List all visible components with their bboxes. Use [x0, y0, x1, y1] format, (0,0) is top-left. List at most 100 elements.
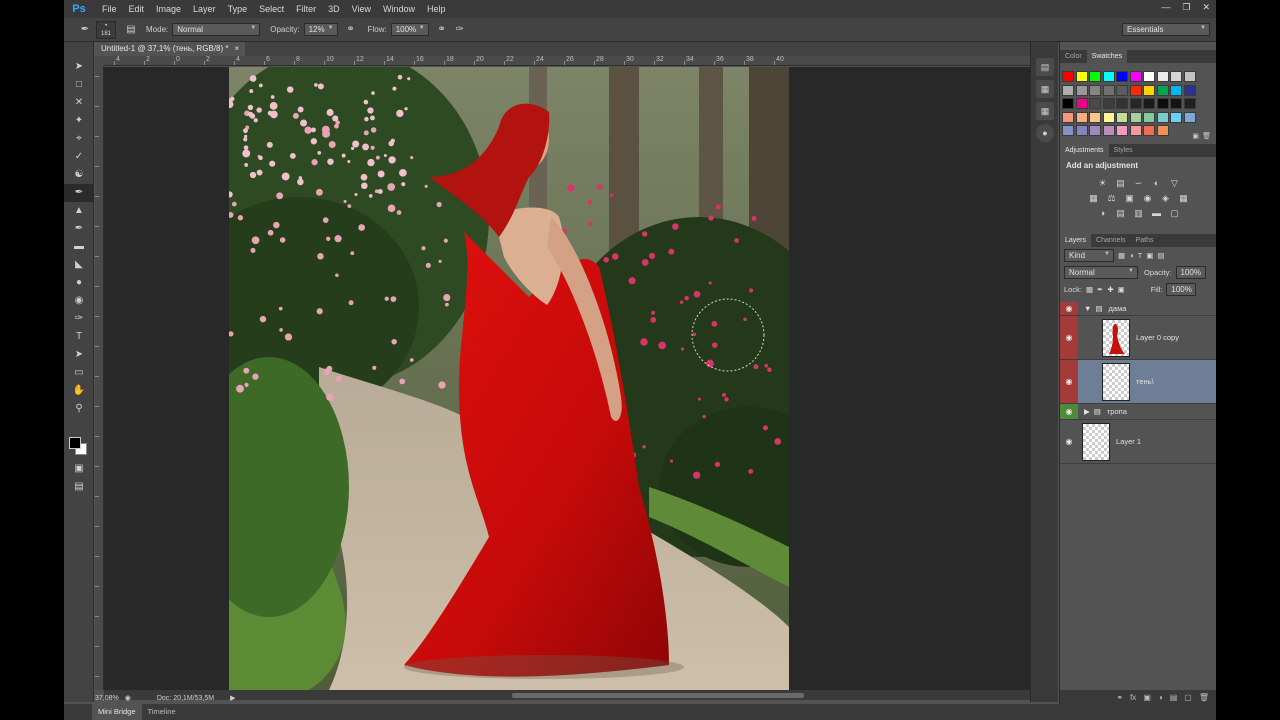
document-tab[interactable]: Untitled-1 @ 37,1% (тень, RGB/8) * × — [95, 42, 246, 56]
move-tool-icon[interactable]: ➤ — [64, 58, 94, 76]
color-swatch[interactable] — [1129, 125, 1142, 136]
mode-select[interactable]: Normal ▼ — [172, 23, 261, 36]
color-swatch[interactable] — [1129, 111, 1142, 123]
layer-name[interactable]: дама — [1109, 304, 1127, 313]
color-swatch[interactable] — [1156, 98, 1169, 109]
foreground-color-swatch[interactable] — [69, 437, 81, 449]
color-swatch[interactable] — [1062, 125, 1074, 136]
color-swatch[interactable] — [1143, 111, 1155, 123]
color-swatch[interactable] — [1062, 98, 1074, 109]
color-swatch[interactable] — [1089, 125, 1101, 136]
color-swatch[interactable] — [1102, 98, 1115, 109]
color-swatch[interactable] — [1170, 98, 1182, 109]
vibrance-icon[interactable]: ▽ — [1169, 177, 1181, 189]
tab-styles[interactable]: Styles — [1109, 144, 1138, 157]
status-menu-arrow-icon[interactable]: ▶ — [230, 694, 235, 702]
color-swatch[interactable] — [1062, 71, 1074, 82]
magic-wand-tool-icon[interactable]: ✦ — [64, 112, 94, 130]
color-swatch[interactable] — [1143, 98, 1155, 109]
color-swatch[interactable] — [1116, 111, 1128, 123]
menu-edit[interactable]: Edit — [123, 4, 151, 14]
dodge-tool-icon[interactable]: ◉ — [64, 292, 94, 310]
status-info-icon[interactable]: ◉ — [125, 694, 131, 702]
visibility-eye-icon[interactable]: ◉ — [1060, 420, 1078, 463]
eraser-tool-icon[interactable]: ▬ — [64, 238, 94, 256]
color-swatch[interactable] — [1102, 125, 1115, 136]
layer-name[interactable]: тропа — [1107, 407, 1127, 416]
new-layer-icon[interactable]: ▢ — [1184, 693, 1192, 702]
layer-row-ten[interactable]: ◉ тень\ — [1060, 360, 1216, 404]
layer-group-tropa[interactable]: ◉ ▶ ▤ тропа — [1060, 404, 1216, 420]
horizontal-scroll-thumb[interactable] — [512, 693, 804, 698]
menu-3d[interactable]: 3D — [322, 4, 346, 14]
color-swatch[interactable] — [1102, 84, 1115, 96]
brush-panel-icon[interactable]: ▤ — [124, 23, 138, 37]
color-swatch[interactable] — [1183, 98, 1196, 109]
visibility-eye-icon[interactable]: ◉ — [1060, 302, 1078, 315]
layer-style-icon[interactable]: fx — [1130, 693, 1136, 702]
screen-mode-icon[interactable]: ▤ — [64, 478, 94, 496]
rectangle-tool-icon[interactable]: ▭ — [64, 364, 94, 382]
delete-layer-icon[interactable]: 🗑 — [1199, 693, 1209, 702]
lock-all-icon[interactable]: ▣ — [1118, 285, 1125, 294]
group-collapse-icon[interactable]: ▶ — [1084, 407, 1090, 416]
visibility-eye-icon[interactable]: ◉ — [1060, 360, 1078, 403]
filter-pixel-icon[interactable]: ▦ — [1118, 251, 1125, 260]
color-swatch[interactable] — [1156, 71, 1169, 82]
visibility-eye-icon[interactable]: ◉ — [1060, 316, 1078, 359]
menu-window[interactable]: Window — [377, 4, 421, 14]
gradient-map-icon[interactable]: ▬ — [1151, 207, 1163, 219]
hue-saturation-icon[interactable]: ▦ — [1088, 192, 1100, 204]
layer-name[interactable]: Layer 1 — [1116, 437, 1141, 446]
layer-row-layer0copy[interactable]: ◉ Layer 0 copy — [1060, 316, 1216, 360]
close-icon[interactable]: ✕ — [1202, 2, 1210, 13]
ruler-origin[interactable] — [95, 56, 104, 66]
link-layers-icon[interactable]: ⚭ — [1116, 693, 1123, 702]
menu-view[interactable]: View — [346, 4, 377, 14]
info-panel-icon[interactable]: ▦ — [1036, 102, 1054, 120]
color-balance-icon[interactable]: ⚖ — [1106, 192, 1118, 204]
menu-select[interactable]: Select — [253, 4, 290, 14]
color-swatch[interactable] — [1170, 71, 1182, 82]
blur-tool-icon[interactable]: ● — [64, 274, 94, 292]
levels-icon[interactable]: ▤ — [1115, 177, 1127, 189]
minimize-icon[interactable]: — — [1161, 2, 1170, 13]
clone-stamp-tool-icon[interactable]: ▲ — [64, 202, 94, 220]
color-swatch[interactable] — [1116, 84, 1128, 96]
lock-transparency-icon[interactable]: ▦ — [1086, 285, 1093, 294]
filter-type-icon[interactable]: T — [1138, 251, 1143, 260]
color-swatch[interactable] — [1116, 71, 1128, 82]
filter-adjustment-icon[interactable]: ◑ — [1129, 251, 1134, 260]
menu-image[interactable]: Image — [150, 4, 187, 14]
color-swatch[interactable] — [1089, 71, 1101, 82]
restore-icon[interactable]: ❐ — [1182, 2, 1190, 13]
blend-mode-select[interactable]: Normal ▼ — [1064, 266, 1138, 279]
new-adjustment-icon[interactable]: ◑ — [1158, 693, 1163, 702]
opacity-field[interactable]: 12% ▼ — [303, 23, 338, 36]
tab-swatches[interactable]: Swatches — [1086, 50, 1128, 63]
vertical-ruler[interactable] — [95, 66, 104, 690]
visibility-eye-icon[interactable]: ◉ — [1060, 404, 1078, 419]
filter-shape-icon[interactable]: ▣ — [1146, 251, 1153, 260]
eyedropper-tool-icon[interactable]: ✓ — [64, 148, 94, 166]
color-swatch[interactable] — [1075, 111, 1088, 123]
healing-brush-tool-icon[interactable]: ☯ — [64, 166, 94, 184]
flow-field[interactable]: 100% ▼ — [390, 23, 429, 36]
properties-panel-icon[interactable]: ▦ — [1036, 80, 1054, 98]
pen-tool-icon[interactable]: ✑ — [64, 310, 94, 328]
exposure-icon[interactable]: ◐ — [1151, 177, 1163, 189]
tab-mini-bridge[interactable]: Mini Bridge — [92, 704, 142, 720]
zoom-tool-icon[interactable]: ⚲ — [64, 400, 94, 418]
history-panel-icon[interactable]: ▤ — [1036, 58, 1054, 76]
menu-filter[interactable]: Filter — [290, 4, 322, 14]
channel-mixer-icon[interactable]: ◈ — [1160, 192, 1172, 204]
color-swatch[interactable] — [1075, 84, 1088, 96]
menu-help[interactable]: Help — [421, 4, 452, 14]
curves-icon[interactable]: ∽ — [1133, 177, 1145, 189]
tab-color[interactable]: Color — [1060, 50, 1087, 63]
color-swatch[interactable] — [1143, 84, 1155, 96]
brush-tool-preset-icon[interactable]: ✒ — [78, 23, 92, 37]
color-swatch[interactable] — [1075, 71, 1088, 82]
color-swatch[interactable] — [1183, 111, 1196, 123]
color-swatch[interactable] — [1089, 98, 1101, 109]
